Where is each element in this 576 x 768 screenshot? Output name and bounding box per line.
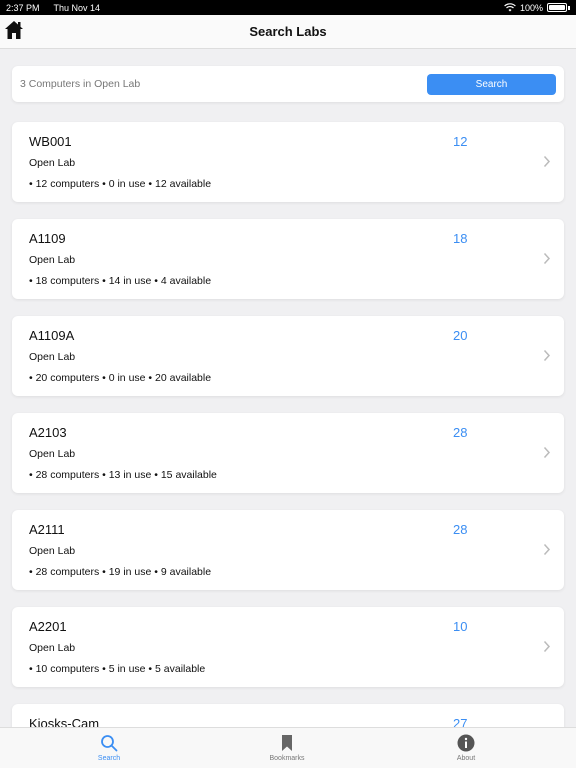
tab-about[interactable]: About: [421, 734, 511, 762]
page-title: Search Labs: [249, 24, 327, 39]
lab-type: Open Lab: [29, 545, 76, 557]
lab-stats: • 28 computers • 13 in use • 15 availabl…: [29, 469, 217, 481]
lab-stats: • 28 computers • 19 in use • 9 available: [29, 566, 212, 578]
tab-label: About: [456, 755, 476, 762]
lab-row-a2103[interactable]: A2103 Open Lab • 28 computers • 13 in us…: [12, 413, 564, 493]
status-right: 100%: [504, 3, 570, 13]
lab-stats: • 10 computers • 5 in use • 5 available: [29, 663, 206, 675]
lab-type: Open Lab: [29, 351, 76, 363]
home-icon[interactable]: [4, 19, 24, 41]
search-bar: Search: [12, 66, 564, 102]
status-date: Thu Nov 14: [53, 2, 101, 13]
bookmark-icon: [282, 735, 292, 751]
search-button[interactable]: Search: [427, 73, 556, 95]
lab-row-wb001[interactable]: WB001 Open Lab • 12 computers • 0 in use…: [12, 122, 564, 202]
info-icon: [457, 734, 475, 752]
lab-name: A2201: [29, 619, 67, 634]
status-time: 2:37 PM: [6, 2, 40, 13]
lab-count: 12: [453, 134, 468, 149]
lab-name: A1109A: [29, 328, 75, 343]
lab-row-a2111[interactable]: A2111 Open Lab • 28 computers • 19 in us…: [12, 510, 564, 590]
search-icon: [101, 735, 118, 752]
lab-row-a2201[interactable]: A2201 Open Lab • 10 computers • 5 in use…: [12, 607, 564, 687]
search-input[interactable]: [20, 78, 427, 90]
lab-count: 28: [453, 425, 468, 440]
tab-label: Bookmarks: [269, 755, 305, 762]
lab-type: Open Lab: [29, 254, 76, 266]
tab-search[interactable]: Search: [64, 734, 154, 762]
chevron-right-icon: [543, 252, 551, 265]
wifi-icon: [504, 3, 516, 12]
battery-percent: 100%: [519, 2, 543, 13]
lab-stats: • 12 computers • 0 in use • 12 available: [29, 178, 212, 190]
lab-name: A2111: [29, 522, 65, 537]
battery-icon: [547, 3, 567, 12]
chevron-right-icon: [543, 640, 551, 653]
chevron-right-icon: [543, 543, 551, 556]
lab-count: 10: [453, 619, 468, 634]
chevron-right-icon: [543, 349, 551, 362]
battery-tip: [568, 5, 570, 10]
lab-row-a1109a[interactable]: A1109A Open Lab • 20 computers • 0 in us…: [12, 316, 564, 396]
lab-list: WB001 Open Lab • 12 computers • 0 in use…: [12, 122, 564, 768]
chevron-right-icon: [543, 446, 551, 459]
lab-type: Open Lab: [29, 642, 76, 654]
lab-type: Open Lab: [29, 157, 76, 169]
lab-type: Open Lab: [29, 448, 76, 460]
status-bar: 2:37 PM Thu Nov 14 100%: [0, 0, 576, 15]
lab-name: WB001: [29, 134, 72, 149]
lab-count: 18: [453, 231, 468, 246]
chevron-right-icon: [543, 155, 551, 168]
tab-bookmarks[interactable]: Bookmarks: [242, 734, 332, 762]
lab-row-a1109[interactable]: A1109 Open Lab • 18 computers • 14 in us…: [12, 219, 564, 299]
lab-stats: • 20 computers • 0 in use • 20 available: [29, 372, 212, 384]
lab-count: 20: [453, 328, 468, 343]
lab-name: A1109: [29, 231, 66, 246]
tab-bar: Search Bookmarks About: [0, 727, 576, 768]
nav-bar: Search Labs: [0, 15, 576, 49]
lab-name: A2103: [29, 425, 67, 440]
tab-label: Search: [97, 755, 121, 762]
lab-count: 28: [453, 522, 468, 537]
lab-stats: • 18 computers • 14 in use • 4 available: [29, 275, 212, 287]
